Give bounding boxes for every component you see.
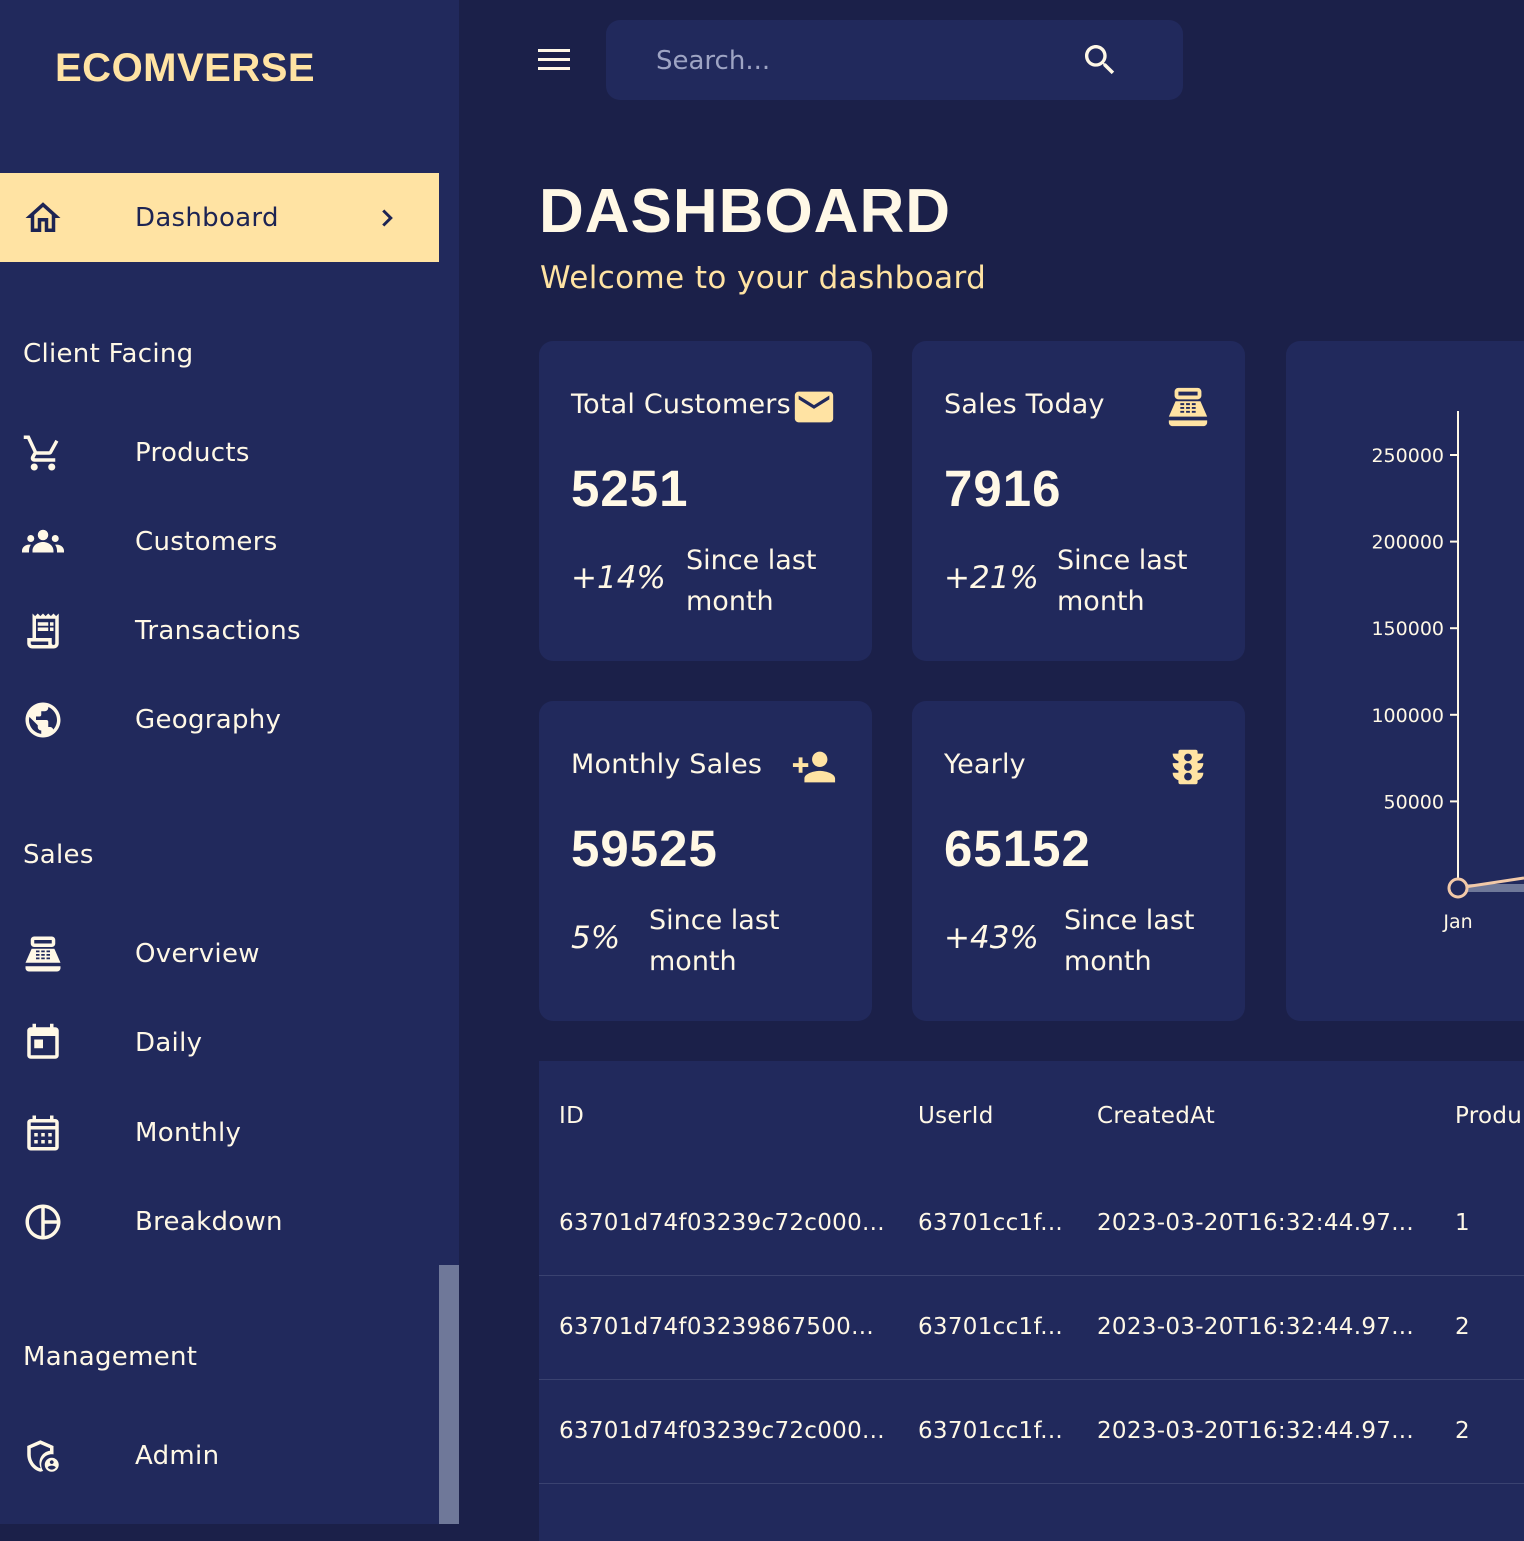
cell-userid: 63701cc1f...	[918, 1210, 1064, 1236]
transactions-table: ID UserId CreatedAt Produ 63701d74f03239…	[539, 1061, 1524, 1541]
sidebar-item-label: Overview	[135, 938, 260, 969]
column-header-createdat[interactable]: CreatedAt	[1097, 1103, 1215, 1129]
stat-change: +43%	[944, 920, 1039, 956]
sidebar-item-dashboard[interactable]: Dashboard	[0, 173, 439, 262]
column-header-products[interactable]: Produ	[1455, 1103, 1522, 1129]
cell-createdat: 2023-03-20T16:32:44.97...	[1097, 1210, 1415, 1236]
groups-icon	[22, 521, 64, 563]
table-row[interactable]: 63701d74f03239c72c000... 63701cc1f... 20…	[539, 1379, 1524, 1483]
chevron-right-icon	[382, 208, 393, 227]
sidebar: ECOMVERSE Dashboard Client Facing Produc…	[0, 0, 459, 1524]
menu-icon[interactable]	[534, 44, 574, 76]
cell-id: 63701d74f03239c72c000...	[559, 1418, 885, 1444]
calendar-month-icon	[22, 1112, 64, 1154]
point-of-sale-icon	[22, 933, 64, 975]
stat-value: 7916	[944, 460, 1062, 517]
sidebar-item-label: Dashboard	[135, 202, 279, 233]
email-icon	[791, 384, 837, 430]
stat-card-yearly: Yearly 65152 +43% Since last month	[912, 701, 1245, 1021]
y-tick-label: 250000	[1371, 445, 1444, 467]
sidebar-item-products[interactable]: Products	[0, 408, 439, 497]
cell-id: 63701d74f03239867500...	[559, 1314, 874, 1340]
traffic-icon	[1165, 744, 1211, 790]
sidebar-item-customers[interactable]: Customers	[0, 497, 439, 586]
y-tick-label: 100000	[1371, 705, 1444, 727]
cell-createdat: 2023-03-20T16:32:44.97...	[1097, 1418, 1415, 1444]
stat-since: Since last month	[1057, 545, 1188, 617]
sidebar-item-label: Monthly	[135, 1117, 242, 1148]
home-icon	[22, 197, 64, 239]
search-input[interactable]	[654, 38, 1058, 84]
receipt-icon	[22, 610, 64, 652]
cell-id: 63701d74f03239c72c000...	[559, 1210, 885, 1236]
stat-title: Monthly Sales	[571, 749, 763, 780]
sidebar-item-label: Products	[135, 437, 250, 468]
person-add-icon	[791, 744, 837, 790]
sales-chart-card: 50000 100000 150000 200000 250000 Jan	[1286, 341, 1524, 1021]
sidebar-item-daily[interactable]: Daily	[0, 998, 439, 1087]
y-tick-label: 150000	[1371, 618, 1444, 640]
globe-icon	[22, 699, 64, 741]
search-bar	[606, 20, 1183, 100]
column-header-id[interactable]: ID	[559, 1103, 584, 1129]
stat-title: Yearly	[944, 749, 1026, 780]
cell-products: 2	[1455, 1314, 1470, 1340]
sidebar-item-monthly[interactable]: Monthly	[0, 1088, 439, 1177]
y-tick-label: 50000	[1384, 791, 1444, 813]
page-title: DASHBOARD	[539, 177, 951, 246]
cell-userid: 63701cc1f...	[918, 1418, 1064, 1444]
sales-line-chart: 50000 100000 150000 200000 250000 Jan	[1371, 411, 1524, 933]
cell-products: 1	[1455, 1210, 1470, 1236]
stat-change: +21%	[944, 560, 1039, 596]
sidebar-item-label: Breakdown	[135, 1206, 283, 1237]
page-subtitle: Welcome to your dashboard	[540, 260, 987, 296]
stat-value: 65152	[944, 820, 1091, 877]
stat-card-monthly-sales: Monthly Sales 59525 5% Since last month	[539, 701, 872, 1021]
x-tick-label: Jan	[1442, 911, 1472, 933]
stat-since: Since last month	[649, 905, 780, 977]
sidebar-item-breakdown[interactable]: Breakdown	[0, 1177, 439, 1266]
table-row[interactable]: 63701d74f03239867500... 63701cc1f... 202…	[539, 1275, 1524, 1379]
stat-change: +14%	[571, 560, 666, 596]
data-point[interactable]	[1447, 877, 1469, 899]
sidebar-item-geography[interactable]: Geography	[0, 675, 439, 764]
stat-title: Total Customers	[571, 389, 791, 420]
sidebar-item-label: Transactions	[135, 615, 301, 646]
today-icon	[22, 1022, 64, 1064]
section-sales: Sales	[23, 840, 94, 870]
admin-shield-icon	[22, 1435, 64, 1477]
shopping-cart-icon	[22, 432, 64, 474]
stat-value: 59525	[571, 820, 718, 877]
section-management: Management	[23, 1342, 198, 1372]
table-row[interactable]: 63701d74f03239c72c000... 63701cc1f... 20…	[539, 1171, 1524, 1275]
sidebar-scrollbar[interactable]	[439, 1265, 459, 1524]
stat-card-total-customers: Total Customers 5251 +14% Since last mon…	[539, 341, 872, 661]
column-header-userid[interactable]: UserId	[918, 1103, 994, 1129]
sidebar-item-label: Customers	[135, 526, 278, 557]
sidebar-item-label: Daily	[135, 1027, 203, 1058]
sidebar-item-transactions[interactable]: Transactions	[0, 586, 439, 675]
stat-value: 5251	[571, 460, 689, 517]
cell-userid: 63701cc1f...	[918, 1314, 1064, 1340]
point-of-sale-icon	[1165, 384, 1211, 430]
search-icon[interactable]	[1080, 40, 1120, 80]
section-client-facing: Client Facing	[23, 339, 194, 369]
row-divider	[539, 1483, 1524, 1484]
sidebar-item-admin[interactable]: Admin	[0, 1411, 439, 1500]
stat-since: Since last month	[686, 545, 817, 617]
pie-chart-icon	[22, 1201, 64, 1243]
sidebar-item-overview[interactable]: Overview	[0, 909, 439, 998]
brand-logo[interactable]: ECOMVERSE	[55, 46, 315, 91]
cell-products: 2	[1455, 1418, 1470, 1444]
stat-title: Sales Today	[944, 389, 1105, 420]
stat-card-sales-today: Sales Today 7916 +21% Since last month	[912, 341, 1245, 661]
sidebar-item-label: Admin	[135, 1440, 220, 1471]
y-tick-label: 200000	[1371, 532, 1444, 554]
stat-since: Since last month	[1064, 905, 1195, 977]
sidebar-item-label: Geography	[135, 704, 282, 735]
cell-createdat: 2023-03-20T16:32:44.97...	[1097, 1314, 1415, 1340]
stat-change: 5%	[571, 920, 621, 956]
